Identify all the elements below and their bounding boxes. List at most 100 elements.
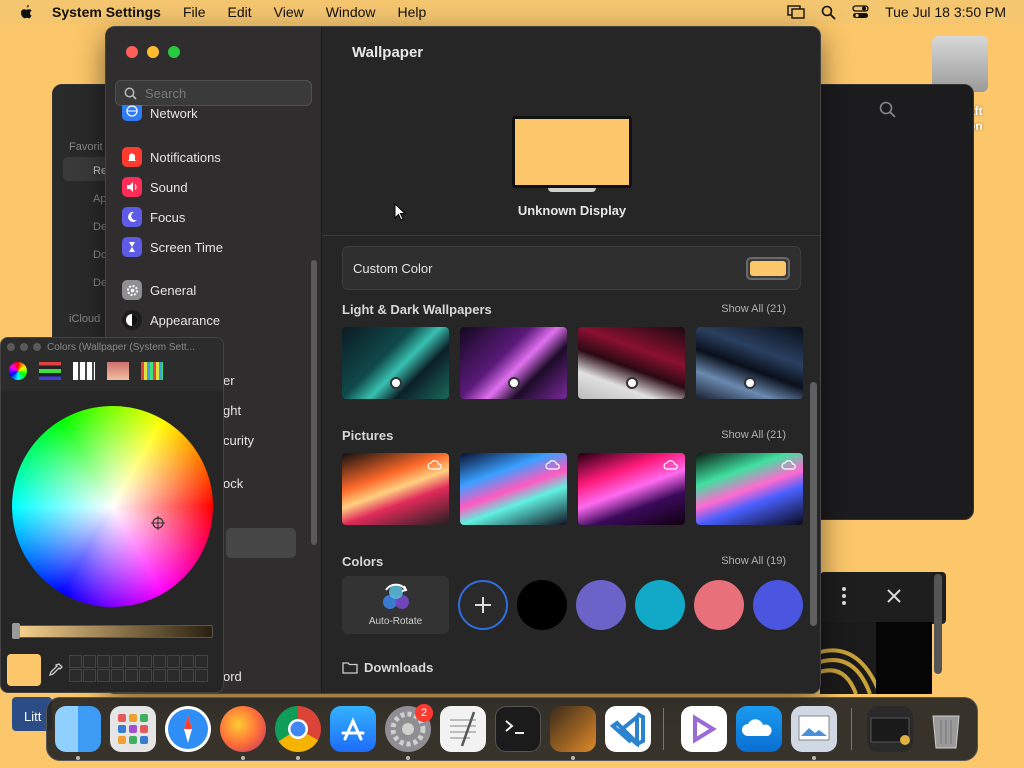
recent-window-icon[interactable] <box>867 706 913 752</box>
custom-color-well[interactable] <box>746 257 790 280</box>
wallpaper-thumb-light-dark-4[interactable] <box>696 327 803 399</box>
sidebar-item-sound[interactable]: Sound <box>118 174 308 200</box>
sidebar-item-network[interactable]: Network <box>118 105 308 121</box>
wallpaper-thumb-light-dark-3[interactable] <box>578 327 685 399</box>
color-swatch-black[interactable] <box>517 580 567 630</box>
search-icon <box>124 87 137 100</box>
display-preview[interactable] <box>512 116 632 188</box>
terminal-icon[interactable] <box>495 706 541 752</box>
sidebar-item-screen-time[interactable]: Screen Time <box>118 234 308 260</box>
color-wheel[interactable] <box>12 406 213 607</box>
visual-studio-icon[interactable] <box>681 706 727 752</box>
firefox-icon[interactable] <box>220 706 266 752</box>
appearance-icon <box>122 310 142 330</box>
search-icon[interactable] <box>821 5 836 20</box>
color-wells[interactable] <box>69 655 208 682</box>
brightness-slider[interactable] <box>12 625 213 638</box>
cloud-download-icon <box>545 460 560 470</box>
sidebar-item-appearance[interactable]: Appearance <box>118 307 308 333</box>
brightness-slider-knob[interactable] <box>12 623 20 639</box>
color-swatch-pink[interactable] <box>694 580 744 630</box>
preview-icon[interactable] <box>791 706 837 752</box>
auto-rotate-label: Auto-Rotate <box>368 616 423 627</box>
color-swatch-purple[interactable] <box>576 580 626 630</box>
cloud-download-icon <box>663 460 678 470</box>
menu-app-name[interactable]: System Settings <box>52 4 161 20</box>
garageband-icon[interactable] <box>550 706 596 752</box>
color-swatch-blue[interactable] <box>753 580 803 630</box>
color-sliders-tab-icon[interactable] <box>39 362 61 380</box>
running-indicator <box>571 756 575 760</box>
app-store-icon[interactable] <box>330 706 376 752</box>
close-window-button[interactable] <box>126 46 138 58</box>
close-icon[interactable] <box>886 588 902 604</box>
dock: 2 <box>46 697 978 761</box>
menu-edit[interactable]: Edit <box>228 4 252 20</box>
minimize-window-button[interactable] <box>147 46 159 58</box>
colors-panel: Colors (Wallpaper (System Sett... <box>0 337 224 693</box>
apple-icon[interactable] <box>18 4 34 20</box>
show-all-pictures[interactable]: Show All (21) <box>721 429 786 441</box>
background-window-scrollbar[interactable] <box>934 574 942 674</box>
sidebar-scrollbar[interactable] <box>311 260 317 545</box>
sidebar-item-notifications[interactable]: Notifications <box>118 144 308 170</box>
search-input[interactable] <box>145 85 305 101</box>
sidebar-item-label: General <box>150 282 197 298</box>
wallpaper-thumb-light-dark-2[interactable] <box>460 327 567 399</box>
menu-clock[interactable]: Tue Jul 18 3:50 PM <box>885 4 1006 20</box>
bell-icon <box>122 147 142 167</box>
display-name: Unknown Display <box>517 203 627 218</box>
show-all-light-dark[interactable]: Show All (21) <box>721 303 786 315</box>
textedit-icon[interactable] <box>440 706 486 752</box>
display-stand <box>548 188 596 192</box>
pencils-tab-icon[interactable] <box>141 362 163 380</box>
sidebar-selected-item[interactable] <box>226 528 296 558</box>
mouse-cursor-icon <box>394 203 406 221</box>
wallpaper-thumb-pictures-2[interactable] <box>460 453 567 525</box>
plus-icon <box>475 597 491 613</box>
sidebar-item-general[interactable]: General <box>118 277 308 303</box>
finder-icon[interactable] <box>55 706 101 752</box>
menu-help[interactable]: Help <box>398 4 427 20</box>
cloud-download-icon <box>427 460 442 470</box>
menu-view[interactable]: View <box>274 4 304 20</box>
color-picker-crosshair-icon[interactable] <box>151 516 165 530</box>
trash-icon[interactable] <box>923 706 969 752</box>
colors-panel-window-controls[interactable] <box>7 343 41 351</box>
menu-window[interactable]: Window <box>326 4 376 20</box>
screen-mirroring-icon[interactable] <box>787 5 805 19</box>
wallpaper-thumb-pictures-4[interactable] <box>696 453 803 525</box>
color-swatch-teal[interactable] <box>635 580 685 630</box>
wallpaper-thumb-pictures-1[interactable] <box>342 453 449 525</box>
current-color-well[interactable] <box>7 654 41 686</box>
safari-icon[interactable] <box>165 706 211 752</box>
finder-search-icon[interactable] <box>879 101 897 119</box>
chrome-icon[interactable] <box>275 706 321 752</box>
kebab-menu-icon[interactable] <box>840 586 848 606</box>
wallpaper-thumb-pictures-3[interactable] <box>578 453 685 525</box>
finder-label-favorites: Favorit <box>69 141 103 153</box>
colors-panel-title: Colors (Wallpaper (System Sett... <box>47 341 196 353</box>
eyedropper-icon[interactable] <box>49 663 63 679</box>
colors-panel-toolbar <box>1 356 223 386</box>
content-scrollbar[interactable] <box>810 382 817 626</box>
launchpad-icon[interactable] <box>110 706 156 752</box>
menu-bar: System Settings File Edit View Window He… <box>0 0 1024 24</box>
menu-file[interactable]: File <box>183 4 206 20</box>
running-indicator <box>296 756 300 760</box>
auto-rotate-tile[interactable]: Auto-Rotate <box>342 576 449 634</box>
color-wheel-tab-icon[interactable] <box>9 362 27 380</box>
downloads-section: Downloads <box>342 660 433 675</box>
vscode-icon[interactable] <box>605 706 651 752</box>
color-palettes-tab-icon[interactable] <box>73 362 95 380</box>
zoom-window-button[interactable] <box>168 46 180 58</box>
sidebar-item-focus[interactable]: Focus <box>118 204 308 230</box>
onedrive-icon[interactable] <box>736 706 782 752</box>
wallpaper-thumb-light-dark-1[interactable] <box>342 327 449 399</box>
add-color-button[interactable] <box>458 580 508 630</box>
control-center-icon[interactable] <box>852 5 869 19</box>
show-all-colors[interactable]: Show All (19) <box>721 555 786 567</box>
image-palettes-tab-icon[interactable] <box>107 362 129 380</box>
section-title-downloads: Downloads <box>364 660 434 675</box>
sidebar-item-label: Network <box>150 106 198 121</box>
